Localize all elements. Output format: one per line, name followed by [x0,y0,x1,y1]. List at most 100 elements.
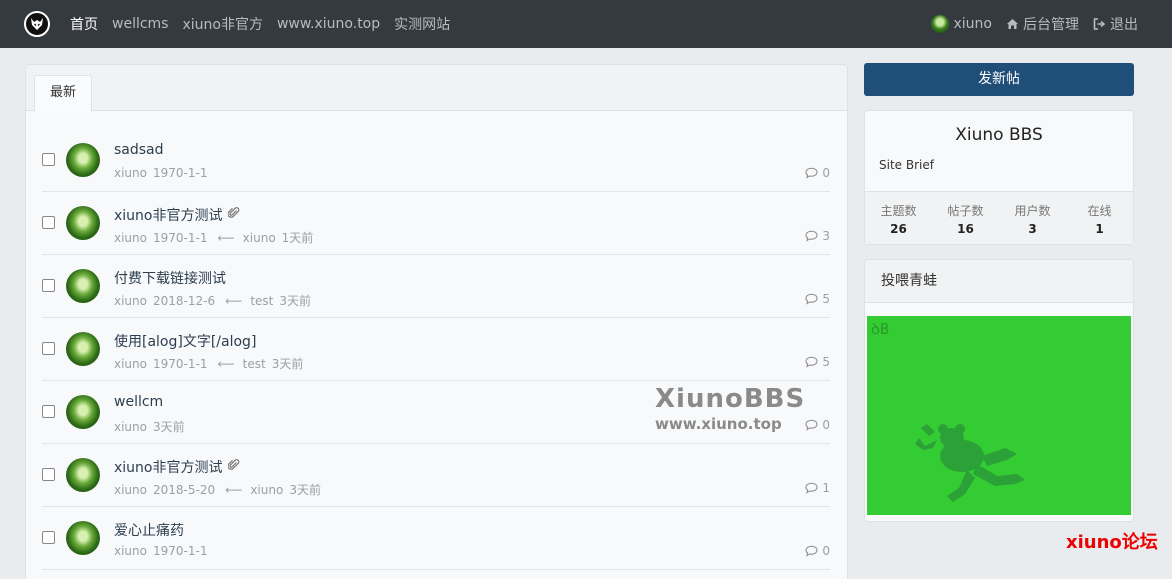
thread-meta: xiuno 2018-12-6 ⟵ test 3天前 [114,292,317,309]
reply-count-value: 0 [822,418,830,432]
comment-icon [805,356,818,368]
nav-link-test-site[interactable]: 实测网站 [394,14,450,34]
stat-label: 主题数 [880,204,917,218]
reply-count-value: 1 [822,481,830,495]
thread-author[interactable]: xiuno [114,544,147,558]
thread-title-link[interactable]: 使用[alog]文字[/alog] [114,331,256,351]
site-name: Xiuno BBS [955,125,1043,145]
thread-row[interactable]: xiuno非官方测试 xiuno 2018-5-20 ⟵ xiuno 3天前 1 [42,444,830,507]
thread-avatar[interactable] [66,206,100,240]
thread-reply-count: 5 [805,355,830,369]
site-brief: Site Brief [879,158,934,172]
thread-row[interactable]: 付费下载链接测试 xiuno 2018-12-6 ⟵ test 3天前 5 [42,255,830,318]
thread-author[interactable]: xiuno [114,294,147,308]
site-logo-icon[interactable] [24,11,50,37]
thread-row[interactable]: 使用[alog]文字[/alog] xiuno 1970-1-1 ⟵ test 3天前 5 [42,318,830,381]
thread-date: 2018-12-6 [153,294,216,308]
thread-meta: xiuno 1970-1-1 [114,166,213,180]
thread-last-time: 1天前 [281,231,314,245]
thread-row[interactable]: 爱心止痛药 xiuno 1970-1-1 0 [42,507,830,570]
thread-tabs: 最新 [26,65,847,112]
thread-title: wellcm [114,394,164,410]
thread-checkbox[interactable] [42,531,55,544]
user-avatar [930,15,949,33]
thread-author[interactable]: xiuno [114,357,147,371]
nav-admin-link[interactable]: 后台管理 [1006,14,1079,34]
thread-last-user[interactable]: test [243,357,266,371]
thread-checkbox[interactable] [42,279,55,292]
thread-avatar[interactable] [66,143,100,177]
thread-row[interactable]: sadsad xiuno 1970-1-1 0 [42,129,830,192]
tab-latest[interactable]: 最新 [34,75,92,112]
nav-user-area: xiuno 后台管理 退出 [917,0,1138,48]
thread-author[interactable]: xiuno [114,231,147,245]
reply-count-value: 0 [822,166,830,180]
thread-meta: xiuno 2018-5-20 ⟵ xiuno 3天前 [114,481,327,498]
nav-link-wellcms[interactable]: wellcms [112,16,168,32]
thread-avatar[interactable] [66,332,100,366]
thread-title-link[interactable]: sadsad [114,142,164,158]
thread-row[interactable]: wellcm xiuno 3天前 0 [42,381,830,444]
thread-row[interactable]: xiuno非官方测试 xiuno 1970-1-1 ⟵ xiuno 1天前 3 [42,192,830,255]
feed-frog-card: 投喂青蛙 ꝺB [864,259,1134,522]
comment-icon [805,545,818,557]
thread-avatar[interactable] [66,395,100,429]
thread-avatar[interactable] [66,458,100,492]
reply-count-value: 5 [822,355,830,369]
thread-title-link[interactable]: xiuno非官方测试 [114,457,240,477]
stat-value: 3 [1028,222,1037,236]
thread-last-time: 3天前 [271,357,304,371]
thread-author[interactable]: xiuno [114,483,147,497]
home-icon [1007,19,1018,29]
nav-logout-label: 退出 [1110,17,1138,33]
thread-title-link[interactable]: xiuno非官方测试 [114,205,240,225]
thread-date: 1970-1-1 [153,544,208,558]
nav-links: 首页 wellcms xiuno非官方 www.xiuno.top 实测网站 [70,0,464,48]
thread-author[interactable]: xiuno [114,420,147,434]
thread-checkbox[interactable] [42,342,55,355]
thread-date: 2018-5-20 [153,483,216,497]
thread-title-link[interactable]: wellcm [114,394,163,410]
thread-last-user[interactable]: xiuno [243,231,276,245]
thread-author[interactable]: xiuno [114,166,147,180]
thread-checkbox[interactable] [42,468,55,481]
thread-title: 爱心止痛药 [114,523,184,539]
nav-logout-link[interactable]: 退出 [1093,14,1138,34]
feed-frog-title: 投喂青蛙 [865,260,1133,303]
thread-date: 1970-1-1 [153,231,208,245]
stat-label: 帖子数 [947,204,984,218]
stat-value: 26 [890,222,907,236]
thread-checkbox[interactable] [42,405,55,418]
nav-link-xiuno-unofficial[interactable]: xiuno非官方 [182,14,263,34]
comment-icon [805,419,818,431]
comment-icon [805,230,818,242]
thread-last-user[interactable]: xiuno [250,483,283,497]
thread-avatar[interactable] [66,521,100,555]
frog-game-canvas[interactable]: ꝺB [867,316,1131,515]
stat-users: 用户数 3 [999,192,1066,244]
frog-icon [915,424,1025,502]
thread-reply-count: 0 [805,166,830,180]
nav-username: xiuno [953,16,993,32]
stat-label: 在线 [1087,204,1112,218]
thread-title-link[interactable]: 付费下载链接测试 [114,268,226,288]
stat-posts: 帖子数 16 [932,192,999,244]
nav-link-xiuno-top[interactable]: www.xiuno.top [277,16,380,32]
thread-reply-count: 1 [805,481,830,495]
thread-date: 1970-1-1 [153,166,208,180]
thread-last-time: 3天前 [279,294,311,308]
thread-last-user[interactable]: test [250,294,273,308]
nav-user-link[interactable]: xiuno [930,15,993,33]
thread-title: sadsad [114,142,164,158]
thread-title: xiuno非官方测试 [114,460,223,476]
thread-date: 3天前 [153,420,185,434]
thread-meta: xiuno 3天前 [114,418,191,435]
thread-reply-count: 0 [805,544,830,558]
nav-link-home[interactable]: 首页 [70,14,98,34]
thread-checkbox[interactable] [42,153,55,166]
thread-meta: xiuno 1970-1-1 ⟵ test 3天前 [114,355,309,372]
new-post-button[interactable]: 发新帖 [864,63,1134,96]
thread-title-link[interactable]: 爱心止痛药 [114,520,184,540]
thread-avatar[interactable] [66,269,100,303]
thread-checkbox[interactable] [42,216,55,229]
